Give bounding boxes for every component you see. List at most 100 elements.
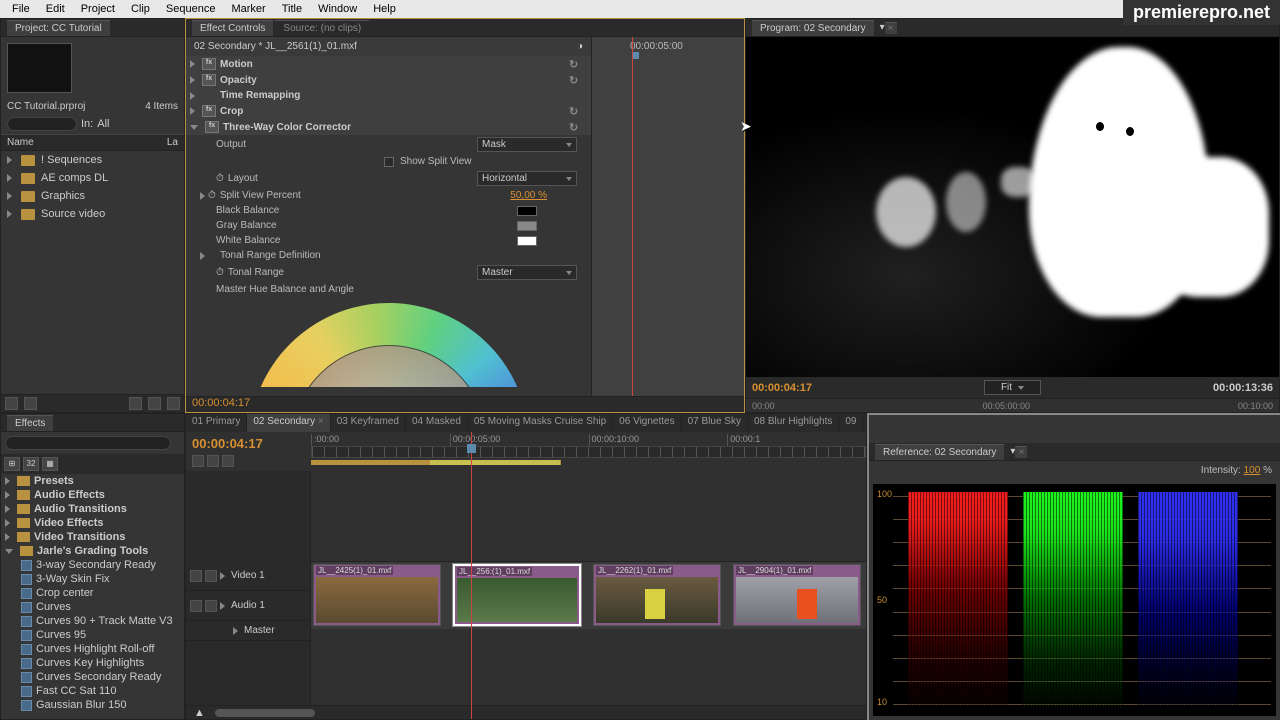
effect-controls-tab[interactable]: Effect Controls xyxy=(192,20,273,36)
preset-curves[interactable]: Curves xyxy=(36,601,71,613)
timeline-playhead[interactable] xyxy=(471,432,472,720)
tab-04[interactable]: 04 Masked xyxy=(406,414,468,432)
preset-curves95[interactable]: Curves 95 xyxy=(36,629,86,641)
track-audio1[interactable]: Audio 1 xyxy=(231,600,265,611)
effect-motion[interactable]: Motion xyxy=(220,59,253,70)
bin-sequences[interactable]: ! Sequences xyxy=(1,151,184,169)
ec-keyframe-area[interactable]: 00:00:05:00 xyxy=(591,37,744,396)
timeline-ruler[interactable]: :00:0000:00:05:0000:00:10:0000:00:1 xyxy=(311,434,866,446)
track-master[interactable]: Master xyxy=(244,625,275,636)
folder-audio-transitions[interactable]: Audio Transitions xyxy=(34,503,127,515)
output-dropdown[interactable]: Mask xyxy=(477,137,577,152)
showsplit-checkbox[interactable] xyxy=(384,157,394,167)
tab-06[interactable]: 06 Vignettes xyxy=(613,414,681,432)
expand-icon[interactable] xyxy=(200,252,205,260)
menu-clip[interactable]: Clip xyxy=(123,3,158,15)
program-monitor-display[interactable] xyxy=(746,37,1279,377)
menu-file[interactable]: File xyxy=(4,3,38,15)
expand-icon[interactable] xyxy=(7,210,12,218)
bin-ae-comps[interactable]: AE comps DL xyxy=(1,169,184,187)
main-menubar[interactable]: File Edit Project Clip Sequence Marker T… xyxy=(0,0,1280,18)
expand-icon[interactable] xyxy=(5,505,10,513)
preset-rolloff[interactable]: Curves Highlight Roll-off xyxy=(36,643,154,655)
expand-icon[interactable] xyxy=(200,192,205,200)
tab-02[interactable]: 02 Secondary × xyxy=(247,414,330,432)
new-item-button[interactable] xyxy=(148,397,161,410)
timeline-scrubber[interactable] xyxy=(311,446,866,458)
expand-icon[interactable] xyxy=(190,92,195,100)
close-tab-icon[interactable]: × xyxy=(1015,446,1027,458)
layout-dropdown[interactable]: Horizontal xyxy=(477,171,577,186)
folder-video-effects[interactable]: Video Effects xyxy=(34,517,104,529)
color-wheel[interactable] xyxy=(186,297,591,387)
fx32-button[interactable]: 32 xyxy=(23,457,39,471)
preset-curves90[interactable]: Curves 90 + Track Matte V3 xyxy=(36,615,173,627)
projcol-la[interactable]: La xyxy=(167,137,178,148)
expand-icon[interactable] xyxy=(190,60,195,68)
project-in-dropdown[interactable]: All xyxy=(97,118,109,130)
tab-03[interactable]: 03 Keyframed xyxy=(331,414,406,432)
fx-badge-icon[interactable]: fx xyxy=(202,58,216,70)
ec-playhead[interactable] xyxy=(632,37,633,396)
reset-icon[interactable]: ↻ xyxy=(569,58,581,70)
expand-icon[interactable] xyxy=(5,533,10,541)
effect-crop[interactable]: Crop xyxy=(220,106,243,117)
bin-graphics[interactable]: Graphics xyxy=(1,187,184,205)
blackbal-swatch[interactable] xyxy=(517,206,537,216)
tab-07[interactable]: 07 Blue Sky xyxy=(682,414,748,432)
show-timeline-icon[interactable]: ◑ xyxy=(577,41,583,52)
program-zoom-dropdown[interactable]: Fit xyxy=(984,380,1041,395)
ec-timecode[interactable]: 00:00:04:17 xyxy=(192,397,250,409)
mute-icon[interactable] xyxy=(190,600,202,612)
timeline-timecode[interactable]: 00:00:04:17 xyxy=(192,436,305,451)
whitebal-swatch[interactable] xyxy=(517,236,537,246)
effect-threewaycc[interactable]: Three-Way Color Corrector xyxy=(223,122,351,133)
tab-09[interactable]: 09 xyxy=(839,414,863,432)
menu-sequence[interactable]: Sequence xyxy=(158,3,224,15)
menu-edit[interactable]: Edit xyxy=(38,3,73,15)
folder-presets[interactable]: Presets xyxy=(34,475,74,487)
playhead-icon[interactable] xyxy=(467,444,476,453)
expand-icon[interactable] xyxy=(5,519,10,527)
work-area-bar-2[interactable] xyxy=(430,460,560,465)
expand-icon[interactable] xyxy=(190,76,195,84)
settings-button[interactable] xyxy=(222,455,234,467)
tab-05[interactable]: 05 Moving Masks Cruise Ship xyxy=(468,414,613,432)
ec-mini-playhead-icon[interactable] xyxy=(632,52,639,59)
expand-icon[interactable] xyxy=(220,572,225,580)
fx-badge-icon[interactable]: fx xyxy=(202,74,216,86)
listview-button[interactable] xyxy=(5,397,18,410)
expand-icon[interactable] xyxy=(190,107,195,115)
projcol-name[interactable]: Name xyxy=(7,137,34,148)
tab-08[interactable]: 08 Blur Highlights xyxy=(748,414,839,432)
iconview-button[interactable] xyxy=(24,397,37,410)
effect-timeremap[interactable]: Time Remapping xyxy=(220,90,300,101)
expand-icon[interactable] xyxy=(7,174,12,182)
expand-icon[interactable] xyxy=(5,477,10,485)
clip-4[interactable]: JL__2904(1)_01.mxf xyxy=(733,564,861,626)
lock-icon[interactable] xyxy=(205,570,217,582)
yuv-button[interactable]: ▦ xyxy=(42,457,58,471)
tab-01[interactable]: 01 Primary xyxy=(186,414,247,432)
clip-1[interactable]: JL__2425(1)_01.mxf xyxy=(313,564,441,626)
expand-icon[interactable] xyxy=(7,156,12,164)
project-search-input[interactable] xyxy=(7,117,77,131)
tonalrange-dropdown[interactable]: Master xyxy=(477,265,577,280)
preset-3way-secondary[interactable]: 3-way Secondary Ready xyxy=(36,559,156,571)
expand-icon[interactable] xyxy=(5,491,10,499)
expand-icon[interactable] xyxy=(7,192,12,200)
menu-title[interactable]: Title xyxy=(274,3,310,15)
program-tab[interactable]: Program: 02 Secondary xyxy=(752,20,874,36)
bin-source-video[interactable]: Source video xyxy=(1,205,184,223)
menu-window[interactable]: Window xyxy=(310,3,365,15)
marker-button[interactable] xyxy=(207,455,219,467)
video-track-1[interactable]: JL__2425(1)_01.mxf JL__256:(1)_01.mxf JL… xyxy=(311,561,866,629)
folder-video-transitions[interactable]: Video Transitions xyxy=(34,531,126,543)
graybal-swatch[interactable] xyxy=(517,221,537,231)
close-tab-icon[interactable]: × xyxy=(885,22,897,34)
reset-icon[interactable]: ↻ xyxy=(569,105,581,117)
reference-tab[interactable]: Reference: 02 Secondary xyxy=(875,444,1004,460)
folder-audio-effects[interactable]: Audio Effects xyxy=(34,489,105,501)
preset-fastcc[interactable]: Fast CC Sat 110 xyxy=(36,685,117,697)
rgb-parade-scope[interactable]: 100 50 10 xyxy=(873,484,1276,716)
